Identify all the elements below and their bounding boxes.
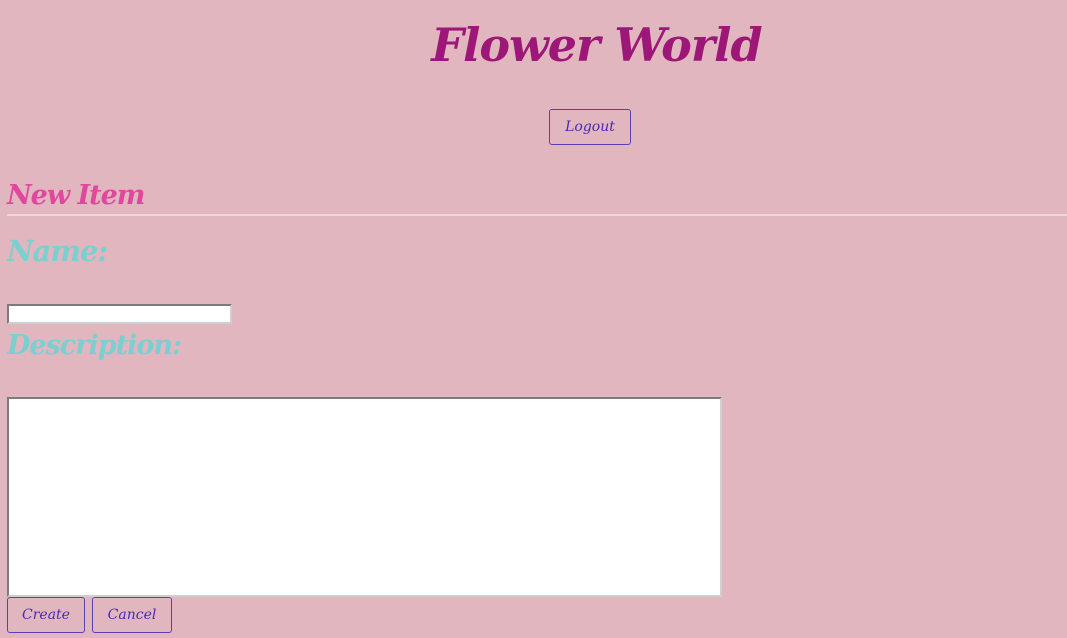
create-button[interactable]: Create [7,597,85,633]
heading-divider [7,214,1067,216]
cancel-button[interactable]: Cancel [92,597,172,633]
name-label: Name: [7,234,108,268]
logout-button[interactable]: Logout [549,109,631,145]
site-title: Flower World [431,18,762,72]
name-input[interactable] [7,304,232,324]
page-title: New Item [7,180,145,211]
description-textarea[interactable] [7,397,722,597]
description-label: Description: [7,330,182,361]
